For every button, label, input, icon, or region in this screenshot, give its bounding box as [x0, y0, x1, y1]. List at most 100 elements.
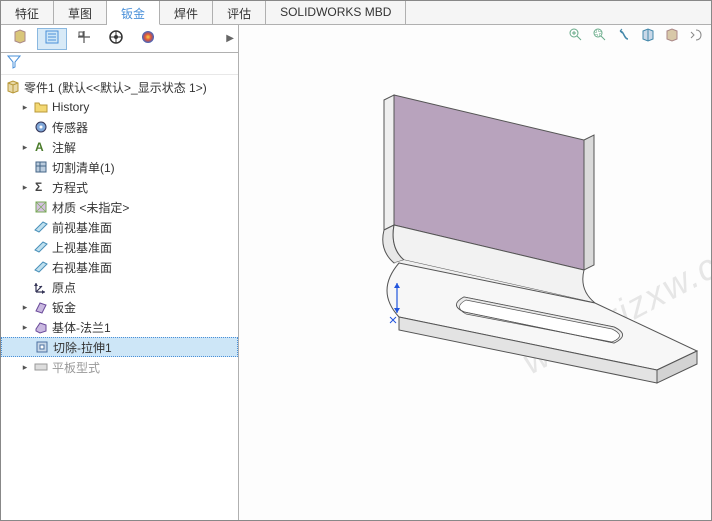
tree-item-label: 钣金	[52, 299, 76, 316]
tree-item[interactable]: 传感器	[1, 117, 238, 137]
appearance-icon	[140, 29, 156, 48]
cmd-tab-3[interactable]: 焊件	[160, 1, 213, 24]
equation-icon: Σ	[33, 179, 49, 195]
panel-tab-strip: ▶	[1, 25, 238, 53]
expand-toggle[interactable]	[19, 221, 31, 233]
feature-manager: ▶ 零件1 (默认<<默认>_显示状态 1>) ▸ History 传感器 ▸ A 注解切…	[1, 25, 239, 520]
tree-item[interactable]: ▸ 钣金	[1, 297, 238, 317]
tree-item[interactable]: ▸ History	[1, 97, 238, 117]
tree-item-label: 传感器	[52, 119, 88, 136]
expand-toggle[interactable]: ▸	[19, 301, 31, 313]
tree-root[interactable]: 零件1 (默认<<默认>_显示状态 1>)	[1, 77, 238, 97]
plane-icon	[33, 219, 49, 235]
tree-item-label: 切除-拉伸1	[53, 339, 112, 356]
panel-tab-display[interactable]	[101, 28, 131, 50]
tree-item[interactable]: ▸ 平板型式	[1, 357, 238, 377]
view-tool-zoom-fit[interactable]	[567, 27, 585, 45]
view-toolbar	[567, 27, 705, 45]
sheetmetal-model	[259, 65, 699, 465]
sensor-icon	[33, 119, 49, 135]
panel-overflow-arrow[interactable]: ▶	[226, 33, 234, 44]
section-icon	[640, 27, 656, 46]
feature-tree-icon	[12, 29, 28, 48]
tree-item-label: History	[52, 100, 89, 114]
tree-item[interactable]: 切除-拉伸1	[1, 337, 238, 357]
flatpattern-icon	[33, 359, 49, 375]
tree-item-label: 注解	[52, 139, 76, 156]
viewport-3d[interactable]: www.rjzxw.com	[239, 25, 711, 520]
property-icon	[44, 29, 60, 48]
cmd-tab-4[interactable]: 评估	[213, 1, 266, 24]
tree-item[interactable]: 原点	[1, 277, 238, 297]
tree-item[interactable]: 上视基准面	[1, 237, 238, 257]
origin-icon	[33, 279, 49, 295]
tree-item-label: 平板型式	[52, 359, 100, 376]
filter-row	[1, 53, 238, 75]
sheetmetal-icon	[33, 299, 49, 315]
panel-tab-property[interactable]	[37, 28, 67, 50]
config-icon	[76, 29, 92, 48]
tree-item-label: 原点	[52, 279, 76, 296]
tree-item[interactable]: ▸ Σ 方程式	[1, 177, 238, 197]
tree-item[interactable]: ▸ 基体-法兰1	[1, 317, 238, 337]
filter-icon[interactable]	[7, 55, 21, 72]
zoom-area-icon	[592, 27, 608, 46]
expand-toggle[interactable]	[19, 161, 31, 173]
panel-tab-feature-tree[interactable]	[5, 28, 35, 50]
cmd-tab-1[interactable]: 草图	[54, 1, 107, 24]
command-tabs: 特征草图钣金焊件评估SOLIDWORKS MBD	[1, 1, 711, 25]
tree-item[interactable]: 右视基准面	[1, 257, 238, 277]
expand-toggle[interactable]	[19, 261, 31, 273]
expand-toggle[interactable]: ▸	[19, 141, 31, 153]
plane-icon	[33, 239, 49, 255]
panel-tab-config[interactable]	[69, 28, 99, 50]
panel-tab-appearance[interactable]	[133, 28, 163, 50]
tree-item-label: 前视基准面	[52, 219, 112, 236]
expand-toggle[interactable]: ▸	[19, 181, 31, 193]
tree-item[interactable]: 切割清单(1)	[1, 157, 238, 177]
view-tool-prev-view[interactable]	[615, 27, 633, 45]
cutlist-icon	[33, 159, 49, 175]
expand-toggle[interactable]: ▸	[19, 321, 31, 333]
expand-toggle[interactable]	[20, 341, 32, 353]
cmd-tab-5[interactable]: SOLIDWORKS MBD	[266, 1, 406, 24]
display-icon	[108, 29, 124, 48]
part-icon	[5, 79, 21, 95]
prev-view-icon	[616, 27, 632, 46]
display-style-icon	[664, 27, 680, 46]
expand-toggle[interactable]	[19, 121, 31, 133]
view-tool-section[interactable]	[639, 27, 657, 45]
expand-toggle[interactable]	[19, 201, 31, 213]
tree-item[interactable]: 材质 <未指定>	[1, 197, 238, 217]
tree-item-label: 材质 <未指定>	[52, 199, 129, 216]
cut-icon	[34, 339, 50, 355]
expand-toggle[interactable]	[19, 281, 31, 293]
view-tool-display-style[interactable]	[663, 27, 681, 45]
annotation-icon: A	[33, 139, 49, 155]
tree-item-label: 基体-法兰1	[52, 319, 111, 336]
tree-item-label: 上视基准面	[52, 239, 112, 256]
scene-icon	[688, 27, 704, 46]
expand-toggle[interactable]	[19, 241, 31, 253]
tree-item-label: 切割清单(1)	[52, 159, 115, 176]
svg-text:A: A	[35, 140, 44, 154]
tree-root-label: 零件1 (默认<<默认>_显示状态 1>)	[24, 79, 207, 96]
tree-item-label: 右视基准面	[52, 259, 112, 276]
main-area: ▶ 零件1 (默认<<默认>_显示状态 1>) ▸ History 传感器 ▸ A 注解切…	[1, 25, 711, 520]
view-tool-scene[interactable]	[687, 27, 705, 45]
flange-icon	[33, 319, 49, 335]
expand-toggle[interactable]: ▸	[19, 361, 31, 373]
view-tool-zoom-area[interactable]	[591, 27, 609, 45]
plane-icon	[33, 259, 49, 275]
zoom-fit-icon	[568, 27, 584, 46]
expand-toggle[interactable]: ▸	[19, 101, 31, 113]
feature-tree: 零件1 (默认<<默认>_显示状态 1>) ▸ History 传感器 ▸ A 注解切割清…	[1, 75, 238, 520]
tree-item-label: 方程式	[52, 179, 88, 196]
cmd-tab-0[interactable]: 特征	[1, 1, 54, 24]
tree-item[interactable]: 前视基准面	[1, 217, 238, 237]
material-icon	[33, 199, 49, 215]
folder-icon	[33, 99, 49, 115]
svg-text:Σ: Σ	[35, 180, 42, 194]
cmd-tab-2[interactable]: 钣金	[107, 1, 160, 25]
tree-item[interactable]: ▸ A 注解	[1, 137, 238, 157]
